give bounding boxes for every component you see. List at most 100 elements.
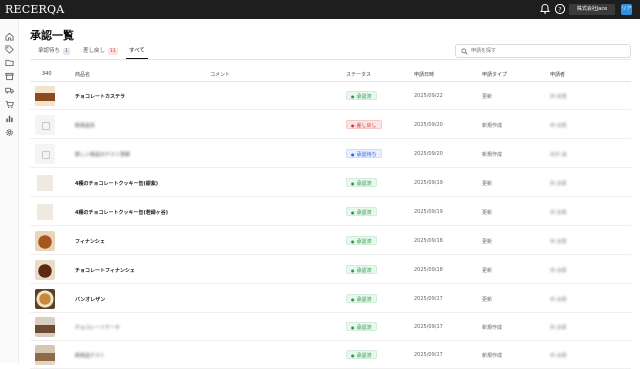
product-thumbnail — [35, 115, 55, 135]
product-thumbnail — [35, 231, 55, 251]
request-type: 更新 — [482, 181, 493, 187]
product-thumbnail — [35, 345, 55, 365]
company-switcher-button[interactable]: 株式会社Jace — [569, 4, 615, 15]
home-icon[interactable] — [5, 32, 14, 41]
table-row[interactable]: チョコレートフィナンシェ 承認済 2025/09/18 更新 林 由香 — [30, 256, 631, 284]
table-row[interactable]: 新商品テスト 承認済 2025/09/17 新規作成 林 由香 — [30, 341, 631, 369]
product-thumbnail — [35, 173, 55, 193]
tab-label: すべて — [129, 48, 145, 54]
request-type: 更新 — [482, 297, 493, 303]
cart-icon[interactable] — [5, 100, 14, 109]
svg-text:?: ? — [558, 5, 561, 13]
request-date: 2025/09/22 — [414, 93, 443, 99]
request-date: 2025/09/20 — [414, 151, 443, 157]
table-row[interactable]: チョコレートカステラ 承認済 2025/09/22 更新 林 由香 — [30, 82, 631, 110]
product-thumbnail — [35, 86, 55, 106]
tab-label: 差し戻し — [83, 48, 106, 54]
status-badge: 承認済 — [346, 265, 377, 274]
request-type: 更新 — [482, 94, 493, 100]
request-date: 2025/09/17 — [414, 352, 443, 358]
column-header-applicant[interactable]: 申請者 — [550, 71, 565, 78]
total-count: 340 — [42, 71, 52, 77]
tab-pending[interactable]: 承認待ち 1 — [38, 46, 70, 59]
applicant-name: 林 由香 — [550, 325, 567, 331]
table-header: 340 商品名 コメント ステータス 申請日時 申請タイプ 申請者 — [30, 69, 631, 81]
request-date: 2025/09/19 — [414, 180, 443, 186]
status-badge: 承認待ち — [346, 149, 382, 158]
app-logo[interactable]: RECERQA — [5, 3, 64, 16]
request-type: 新規作成 — [482, 353, 503, 359]
table-row[interactable]: バンオレザン 承認済 2025/09/17 更新 林 由香 — [30, 285, 631, 313]
column-header-comment[interactable]: コメント — [210, 71, 230, 78]
applicant-name: 林 由香 — [550, 239, 567, 245]
column-header-type[interactable]: 申請タイプ — [482, 71, 507, 78]
product-thumbnail — [35, 202, 55, 222]
product-thumbnail — [35, 289, 55, 309]
help-icon[interactable]: ? — [554, 3, 566, 15]
applicant-name: 林 由香 — [550, 94, 567, 100]
status-badge: 承認済 — [346, 207, 377, 216]
applicant-name: 林 由香 — [550, 268, 567, 274]
applicant-name: 田中 誠 — [550, 152, 567, 158]
bell-icon[interactable] — [539, 3, 551, 15]
product-name[interactable]: チョコレートフィナンシェ — [75, 267, 135, 274]
product-name[interactable]: 新しい商品のテスト登録 — [75, 151, 130, 158]
applicant-name: 林 由香 — [550, 210, 567, 216]
sidebar — [0, 19, 19, 363]
product-name[interactable]: 4種のチョコレートクッキー缶(若緑ヶ谷) — [75, 209, 168, 216]
table-row[interactable]: チョコレートケーキ 承認済 2025/09/17 新規作成 林 由香 — [30, 313, 631, 341]
request-type: 更新 — [482, 239, 493, 245]
archive-icon[interactable] — [5, 72, 14, 81]
request-date: 2025/09/18 — [414, 238, 443, 244]
request-type: 新規作成 — [482, 325, 503, 331]
product-name[interactable]: チョコレートカステラ — [75, 93, 125, 100]
search-input[interactable] — [471, 46, 626, 56]
product-thumbnail — [35, 317, 55, 337]
table-row[interactable]: 4種のチョコレートクッキー缶(若緑ヶ谷) 承認済 2025/09/19 更新 林 由香 — [30, 198, 631, 226]
user-avatar[interactable]: リア — [621, 4, 632, 15]
gear-icon[interactable] — [5, 128, 14, 137]
request-type: 新規作成 — [482, 123, 503, 129]
status-badge: 差し戻し — [346, 120, 382, 129]
column-header-status[interactable]: ステータス — [346, 71, 371, 78]
applicant-name: 林 由香 — [550, 297, 567, 303]
tab-all[interactable]: すべて — [126, 46, 148, 59]
column-header-product[interactable]: 商品名 — [75, 71, 90, 78]
request-type: 更新 — [482, 210, 493, 216]
tab-label: 承認待ち — [38, 48, 61, 54]
request-type: 新規作成 — [482, 152, 503, 158]
truck-icon[interactable] — [5, 86, 14, 95]
status-badge: 承認済 — [346, 350, 377, 359]
request-type: 更新 — [482, 268, 493, 274]
column-header-date[interactable]: 申請日時 — [414, 71, 434, 78]
table-row[interactable]: 4種のチョコレートクッキー缶(銀紫) 承認済 2025/09/19 更新 林 由香 — [30, 169, 631, 197]
table-row[interactable]: 新しい商品のテスト登録 承認待ち 2025/09/20 新規作成 田中 誠 — [30, 140, 631, 168]
request-date: 2025/09/17 — [414, 296, 443, 302]
product-name[interactable]: フィナンシェ — [75, 238, 105, 245]
tab-divider — [30, 59, 630, 60]
product-name[interactable]: 新商品名 — [75, 122, 95, 129]
request-date: 2025/09/19 — [414, 209, 443, 215]
status-badge: 承認済 — [346, 236, 377, 245]
product-name[interactable]: 新商品テスト — [75, 352, 105, 359]
status-badge: 承認済 — [346, 91, 377, 100]
table-row[interactable]: フィナンシェ 承認済 2025/09/18 更新 林 由香 — [30, 227, 631, 255]
applicant-name: 林 由香 — [550, 181, 567, 187]
request-date: 2025/09/18 — [414, 267, 443, 273]
status-badge: 承認済 — [346, 178, 377, 187]
top-bar: RECERQA ? 株式会社Jace リア — [0, 0, 640, 19]
tab-returned[interactable]: 差し戻し 11 — [83, 46, 118, 59]
applicant-name: 林 由香 — [550, 123, 567, 129]
bar-chart-icon[interactable] — [5, 114, 14, 123]
product-name[interactable]: 4種のチョコレートクッキー缶(銀紫) — [75, 180, 158, 187]
folder-icon[interactable] — [5, 58, 14, 67]
status-badge: 承認済 — [346, 294, 377, 303]
table-row[interactable]: 新商品名 差し戻し 2025/09/20 新規作成 林 由香 — [30, 111, 631, 139]
product-name[interactable]: バンオレザン — [75, 296, 105, 303]
tag-icon[interactable] — [5, 45, 14, 54]
request-date: 2025/09/20 — [414, 122, 443, 128]
product-name[interactable]: チョコレートケーキ — [75, 324, 120, 331]
tab-count-badge: 1 — [63, 48, 70, 55]
search-box[interactable] — [455, 44, 631, 58]
status-badge: 承認済 — [346, 322, 377, 331]
